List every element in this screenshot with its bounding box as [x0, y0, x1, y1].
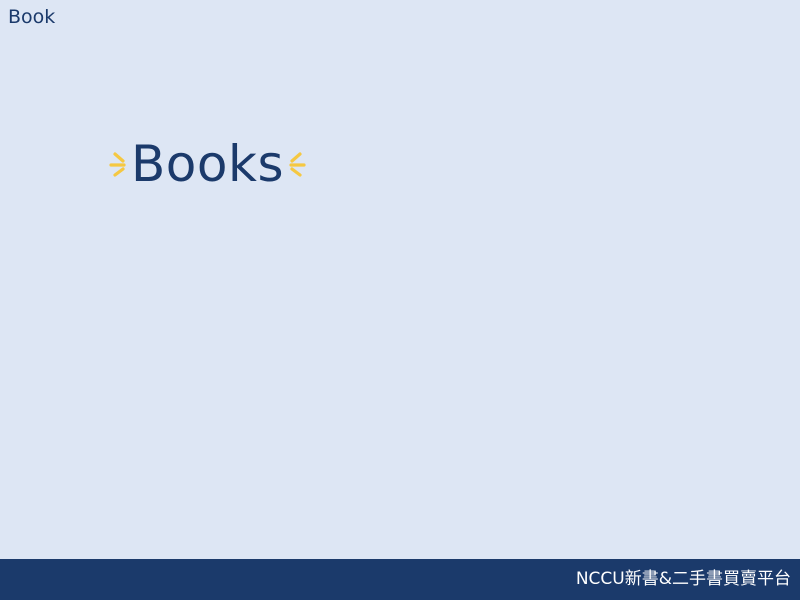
page: Book Books NCCU新書&二手書買賣平台	[0, 0, 800, 600]
page-label: Book	[8, 6, 56, 28]
hero-heading: Books	[106, 134, 309, 194]
footer-title: NCCU新書&二手書買賣平台	[575, 569, 791, 589]
sparkle-icon	[109, 152, 126, 177]
sparkle-icon	[289, 152, 306, 177]
footer-bar: NCCU新書&二手書買賣平台	[0, 559, 800, 600]
hero-title: Books	[131, 135, 284, 193]
